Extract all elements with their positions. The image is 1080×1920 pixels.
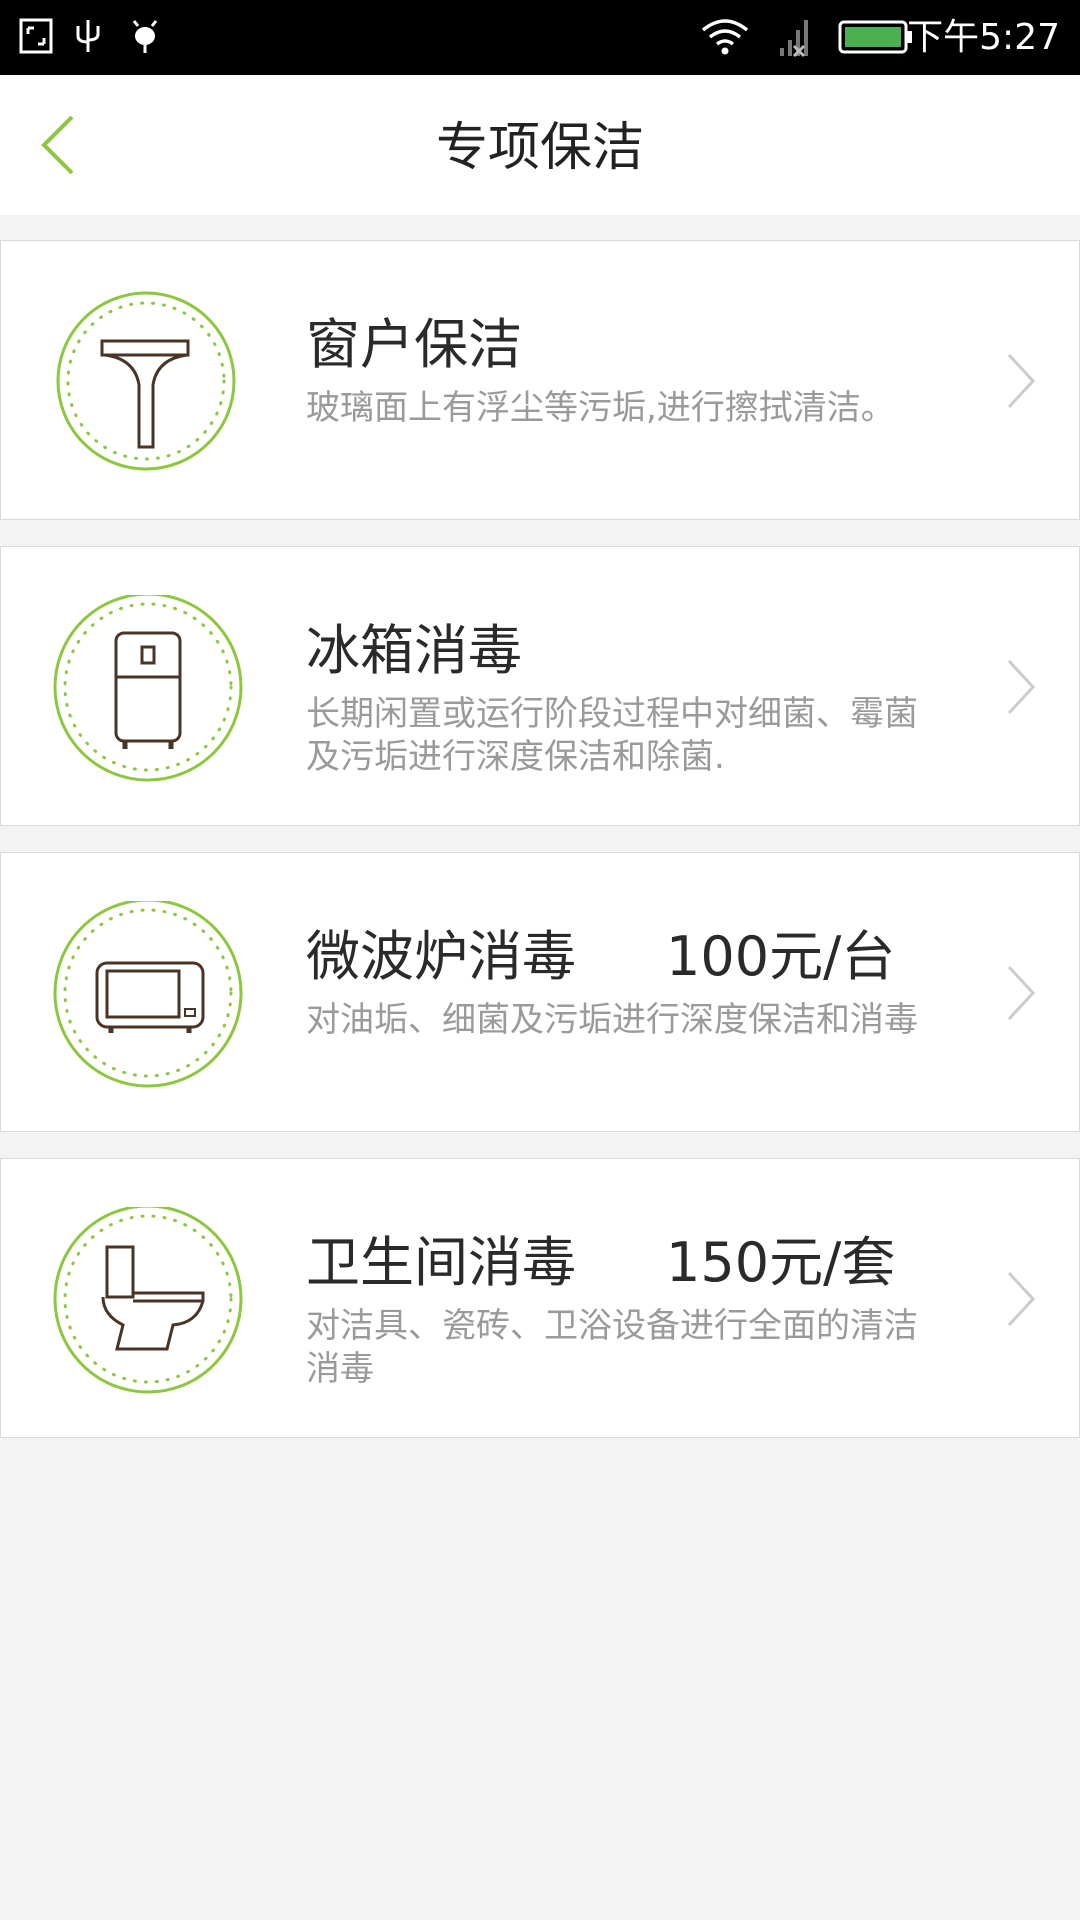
service-list: 窗户保洁 玻璃面上有浮尘等污垢,进行擦拭清洁。 冰箱消毒 长期闲置或运行阶段过程… — [0, 240, 1080, 1464]
service-text: 窗户保洁 玻璃面上有浮尘等污垢,进行擦拭清洁。 — [306, 309, 949, 430]
usb-icon — [76, 20, 100, 52]
service-desc: 对油垢、细菌及污垢进行深度保洁和消毒 — [306, 1000, 918, 1040]
chevron-right-icon — [1007, 1271, 1036, 1327]
toilet-icon — [53, 1207, 243, 1394]
service-title: 卫生间消毒 150元/套 — [306, 1231, 896, 1294]
service-text: 卫生间消毒 150元/套 对洁具、瓷砖、卫浴设备进行全面的清洁消毒 — [306, 1227, 949, 1391]
service-item-window[interactable]: 窗户保洁 玻璃面上有浮尘等污垢,进行擦拭清洁。 — [0, 240, 1080, 520]
service-price: 150元/套 — [666, 1231, 896, 1294]
service-title: 窗户保洁 — [306, 313, 522, 376]
service-title: 微波炉消毒 100元/台 — [306, 925, 896, 988]
page-title: 专项保洁 — [435, 118, 644, 178]
android-debug-icon — [132, 20, 158, 53]
service-text: 冰箱消毒 长期闲置或运行阶段过程中对细菌、霉菌及污垢进行深度保洁和除菌. — [306, 615, 949, 779]
battery-icon — [838, 20, 912, 54]
chevron-right-icon — [1007, 353, 1036, 409]
service-desc: 对洁具、瓷砖、卫浴设备进行全面的清洁消毒 — [306, 1306, 918, 1389]
screenshot-icon — [19, 18, 53, 54]
wifi-icon — [701, 19, 749, 55]
microwave-icon — [53, 901, 243, 1088]
service-item-microwave[interactable]: 微波炉消毒 100元/台 对油垢、细菌及污垢进行深度保洁和消毒 — [0, 852, 1080, 1132]
status-bar: 下午5:27 — [0, 0, 1080, 75]
service-text: 微波炉消毒 100元/台 对油垢、细菌及污垢进行深度保洁和消毒 — [306, 921, 949, 1042]
status-time: 下午5:27 — [907, 17, 1060, 58]
chevron-right-icon — [1007, 659, 1036, 715]
service-item-bathroom[interactable]: 卫生间消毒 150元/套 对洁具、瓷砖、卫浴设备进行全面的清洁消毒 — [0, 1158, 1080, 1438]
service-title: 冰箱消毒 — [306, 619, 522, 682]
chevron-right-icon — [1007, 965, 1036, 1021]
service-desc: 长期闲置或运行阶段过程中对细菌、霉菌及污垢进行深度保洁和除菌. — [306, 694, 918, 777]
window-squeegee-icon — [56, 291, 236, 471]
service-price: 100元/台 — [666, 925, 896, 988]
refrigerator-icon — [53, 595, 243, 782]
title-bar: 专项保洁 — [0, 75, 1080, 215]
service-item-fridge[interactable]: 冰箱消毒 长期闲置或运行阶段过程中对细菌、霉菌及污垢进行深度保洁和除菌. — [0, 546, 1080, 826]
service-desc: 玻璃面上有浮尘等污垢,进行擦拭清洁。 — [306, 388, 895, 428]
signal-icon — [780, 20, 808, 58]
